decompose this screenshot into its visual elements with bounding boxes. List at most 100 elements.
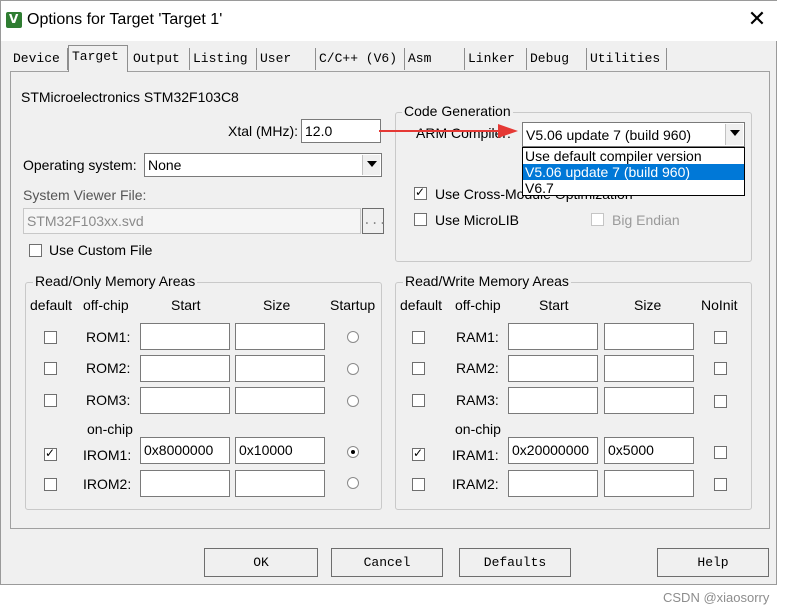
ram3-noinit-checkbox[interactable] <box>714 395 727 408</box>
rom1-startup-radio[interactable] <box>347 331 359 343</box>
ro-header-size: Size <box>263 297 291 313</box>
iram2-start-input[interactable] <box>508 470 598 497</box>
tab-utilities[interactable]: Utilities <box>587 48 667 70</box>
iram1-size-input[interactable]: 0x5000 <box>604 437 694 464</box>
rom3-size-input[interactable] <box>235 387 325 414</box>
ro-memory-title: Read/Only Memory Areas <box>33 273 198 289</box>
tab-listing[interactable]: Listing <box>190 48 257 70</box>
rom1-size-input[interactable] <box>235 323 325 350</box>
iram1-start-input[interactable]: 0x20000000 <box>508 437 598 464</box>
tab-output[interactable]: Output <box>130 48 190 70</box>
dropdown-option-v5[interactable]: V5.06 update 7 (build 960) <box>523 164 744 180</box>
rw-onchip-label: on-chip <box>455 421 501 437</box>
tab-cpp[interactable]: C/C++ (V6) <box>316 48 405 70</box>
help-button[interactable]: Help <box>657 548 769 577</box>
title-bar[interactable]: V Options for Target 'Target 1' ✕ <box>1 1 778 41</box>
irom2-startup-radio[interactable] <box>347 477 359 489</box>
svd-label: System Viewer File: <box>23 187 147 203</box>
iram1-label: IRAM1: <box>452 447 499 463</box>
ram1-size-input[interactable] <box>604 323 694 350</box>
irom1-startup-radio[interactable] <box>347 446 359 458</box>
ram3-start-input[interactable] <box>508 387 598 414</box>
annotation-arrow-icon <box>379 124 518 138</box>
os-select-value: None <box>148 157 182 173</box>
ram3-label: RAM3: <box>456 392 499 408</box>
ro-header-offchip: off-chip <box>83 297 129 313</box>
tab-debug[interactable]: Debug <box>527 48 587 70</box>
watermark-text: CSDN @xiaosorry <box>663 590 770 605</box>
irom2-size-input[interactable] <box>235 470 325 497</box>
dropdown-option-default[interactable]: Use default compiler version <box>523 148 744 164</box>
irom1-start-input[interactable]: 0x8000000 <box>140 437 230 464</box>
svd-input[interactable]: STM32F103xx.svd <box>23 208 361 234</box>
close-icon[interactable]: ✕ <box>746 9 768 31</box>
ram2-start-input[interactable] <box>508 355 598 382</box>
cancel-button[interactable]: Cancel <box>331 548 443 577</box>
iram1-noinit-checkbox[interactable] <box>714 446 727 459</box>
ram1-noinit-checkbox[interactable] <box>714 331 727 344</box>
irom2-start-input[interactable] <box>140 470 230 497</box>
ram1-label: RAM1: <box>456 329 499 345</box>
tab-asm[interactable]: Asm <box>405 48 465 70</box>
tab-user[interactable]: User <box>257 48 316 70</box>
rw-memory-title: Read/Write Memory Areas <box>403 273 571 289</box>
microlib-label: Use MicroLIB <box>435 212 520 228</box>
tab-device[interactable]: Device <box>10 48 68 70</box>
chevron-down-icon[interactable] <box>362 155 380 175</box>
rom3-default-checkbox[interactable] <box>44 394 57 407</box>
os-label: Operating system: <box>23 157 137 173</box>
rom1-start-input[interactable] <box>140 323 230 350</box>
cross-module-checkbox[interactable] <box>414 185 427 200</box>
rom1-default-checkbox[interactable] <box>44 331 57 344</box>
iram2-noinit-checkbox[interactable] <box>714 478 727 491</box>
defaults-button[interactable]: Defaults <box>459 548 571 577</box>
iram2-size-input[interactable] <box>604 470 694 497</box>
irom2-label: IROM2: <box>83 476 132 492</box>
ram3-size-input[interactable] <box>604 387 694 414</box>
ram1-start-input[interactable] <box>508 323 598 350</box>
rom3-start-input[interactable] <box>140 387 230 414</box>
chevron-down-icon[interactable] <box>725 124 743 145</box>
irom1-default-checkbox[interactable] <box>44 446 57 461</box>
ok-button[interactable]: OK <box>204 548 318 577</box>
rom3-startup-radio[interactable] <box>347 395 359 407</box>
xtal-input[interactable]: 12.0 <box>301 119 381 143</box>
iram2-default-checkbox[interactable] <box>412 478 425 491</box>
irom1-size-input[interactable]: 0x10000 <box>235 437 325 464</box>
compiler-select-value: V5.06 update 7 (build 960) <box>526 127 692 143</box>
dropdown-option-v6[interactable]: V6.7 <box>523 180 744 196</box>
ro-header-default: default <box>30 297 73 313</box>
big-endian-checkbox[interactable] <box>591 213 604 226</box>
ro-header-start: Start <box>171 297 201 313</box>
rom2-start-input[interactable] <box>140 355 230 382</box>
ro-header-startup: Startup <box>330 297 376 313</box>
microlib-checkbox[interactable] <box>414 213 427 226</box>
custom-file-checkbox[interactable] <box>29 244 42 257</box>
rom2-size-input[interactable] <box>235 355 325 382</box>
ram1-default-checkbox[interactable] <box>412 331 425 344</box>
ram3-default-checkbox[interactable] <box>412 394 425 407</box>
rom2-startup-radio[interactable] <box>347 363 359 375</box>
ram2-default-checkbox[interactable] <box>412 362 425 375</box>
device-name: STMicroelectronics STM32F103C8 <box>21 89 239 105</box>
rw-header-noinit: NoInit <box>701 297 738 313</box>
ram2-noinit-checkbox[interactable] <box>714 362 727 375</box>
custom-file-label: Use Custom File <box>49 242 153 258</box>
code-generation-title: Code Generation <box>402 103 513 119</box>
rw-header-start: Start <box>539 297 569 313</box>
iram1-default-checkbox[interactable] <box>412 446 425 461</box>
xtal-label: Xtal (MHz): <box>228 123 298 139</box>
rom2-label: ROM2: <box>86 360 131 376</box>
ram2-size-input[interactable] <box>604 355 694 382</box>
compiler-select[interactable]: V5.06 update 7 (build 960) <box>522 122 745 147</box>
options-dialog: V Options for Target 'Target 1' ✕ Device… <box>0 0 778 585</box>
tab-target[interactable]: Target <box>68 45 128 72</box>
rom2-default-checkbox[interactable] <box>44 362 57 375</box>
irom2-default-checkbox[interactable] <box>44 478 57 491</box>
compiler-dropdown-list: Use default compiler version V5.06 updat… <box>522 147 745 196</box>
os-select[interactable]: None <box>144 153 382 177</box>
rw-header-offchip: off-chip <box>455 297 501 313</box>
rw-header-default: default <box>400 297 443 313</box>
svd-browse-button[interactable]: ... <box>362 208 386 234</box>
tab-linker[interactable]: Linker <box>465 48 527 70</box>
